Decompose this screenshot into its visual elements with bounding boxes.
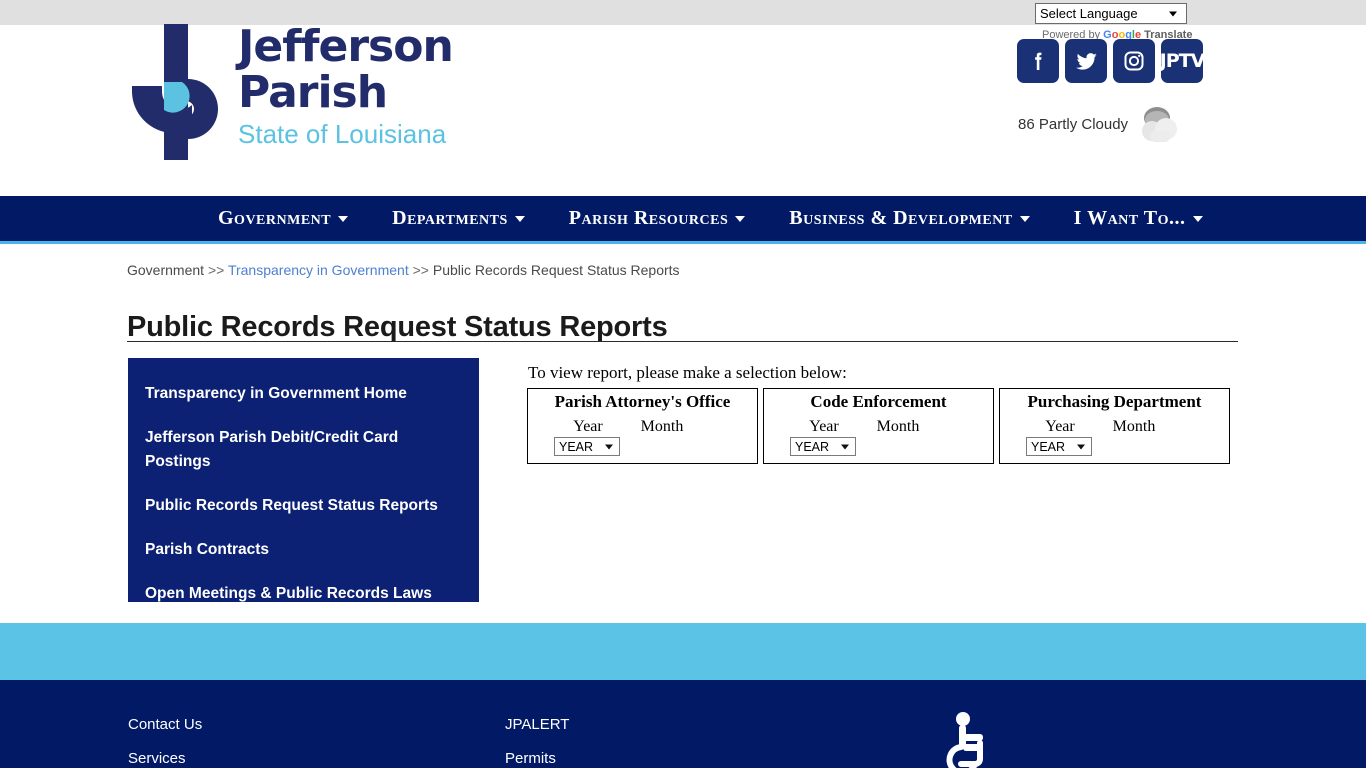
report-box-title: Purchasing Department [1027, 392, 1202, 411]
report-box-selects: YEAR [1000, 437, 1229, 456]
breadcrumb-item-current: Public Records Request Status Reports [432, 262, 680, 278]
chevron-down-icon [1192, 215, 1203, 222]
logo-wordmark: Jefferson Parish State of Louisiana [238, 21, 454, 150]
breadcrumb-separator: >> [412, 262, 429, 278]
year-select-value: YEAR [559, 439, 594, 454]
sidebar-item-open-meetings-public-records-laws[interactable]: Open Meetings & Public Records Laws [128, 572, 479, 616]
nav-item-government-label: Government [218, 207, 332, 229]
wheelchair-accessibility-icon[interactable] [938, 710, 996, 768]
nav-item-i-want-to[interactable]: I Want To... [1052, 207, 1225, 230]
report-box-labels: Year Month [1000, 418, 1229, 436]
year-select-purchasing-department[interactable]: YEAR [1026, 437, 1092, 456]
facebook-icon[interactable] [1017, 39, 1059, 83]
nav-item-departments[interactable]: Departments [370, 207, 547, 230]
site-logo[interactable]: Jefferson Parish State of Louisiana [128, 18, 528, 168]
language-select[interactable]: Select Language [1035, 3, 1187, 24]
sidebar-item-parish-contracts[interactable]: Parish Contracts [128, 528, 479, 572]
footer-column-1: Contact Us Services [128, 716, 202, 784]
sidebar-item-debit-credit-card-postings[interactable]: Jefferson Parish Debit/Credit Card Posti… [128, 416, 479, 484]
selection-instructions: To view report, please make a selection … [528, 363, 847, 382]
year-label: Year [1045, 418, 1075, 435]
footer-link-services[interactable]: Services [128, 750, 202, 767]
year-label: Year [573, 418, 603, 435]
report-box-title: Code Enforcement [810, 392, 947, 411]
nav-item-departments-label: Departments [392, 207, 508, 229]
nav-item-business-development[interactable]: Business & Development [767, 207, 1051, 230]
year-label: Year [809, 418, 839, 435]
google-translate-widget: Select Language [1035, 3, 1195, 24]
twitter-icon[interactable] [1065, 39, 1107, 83]
breadcrumb-item-transparency[interactable]: Transparency in Government [228, 262, 409, 278]
chevron-down-icon [605, 444, 613, 449]
logo-line-1: Jefferson [238, 21, 454, 72]
report-box-labels: Year Month [764, 418, 993, 436]
jptv-icon[interactable]: JPTV [1159, 39, 1206, 83]
footer-link-contact-us[interactable]: Contact Us [128, 716, 202, 733]
weather-text: 86 Partly Cloudy [1018, 115, 1129, 133]
month-label: Month [1112, 418, 1156, 435]
year-select-code-enforcement[interactable]: YEAR [790, 437, 856, 456]
footer-link-jpalert[interactable]: JPALERT [505, 716, 569, 733]
nav-item-parish-resources[interactable]: Parish Resources [547, 207, 767, 230]
chevron-down-icon [735, 215, 746, 222]
social-links: JPTV [1017, 39, 1206, 83]
partly-cloudy-icon [1142, 107, 1178, 142]
chevron-down-icon [338, 215, 349, 222]
site-footer: Contact Us Services JPALERT Permits [0, 680, 1366, 768]
jp-monogram-icon [132, 24, 218, 160]
month-label: Month [640, 418, 684, 435]
chevron-down-icon [841, 444, 849, 449]
breadcrumb: Government >> Transparency in Government… [127, 262, 680, 278]
year-select-parish-attorneys-office[interactable]: YEAR [554, 437, 620, 456]
nav-item-i-want-to-label: I Want To... [1073, 207, 1186, 229]
page-title: Public Records Request Status Reports [127, 311, 668, 344]
report-box-selects: YEAR [528, 437, 757, 456]
jptv-label: JPTV [1159, 50, 1206, 72]
footer-accent-band [0, 623, 1366, 680]
nav-item-business-development-label: Business & Development [789, 207, 1013, 229]
year-select-value: YEAR [795, 439, 830, 454]
logo-line-2: Parish [238, 67, 388, 118]
report-box-code-enforcement: Code Enforcement Year Month YEAR [763, 388, 994, 464]
report-box-parish-attorneys-office: Parish Attorney's Office Year Month YEAR [527, 388, 758, 464]
language-select-value: Select Language [1040, 6, 1138, 21]
year-select-value: YEAR [1031, 439, 1066, 454]
report-box-labels: Year Month [528, 418, 757, 436]
sidebar-item-public-records-request-status-reports[interactable]: Public Records Request Status Reports [128, 484, 479, 528]
footer-link-permits[interactable]: Permits [505, 750, 569, 767]
report-box-selects: YEAR [764, 437, 993, 456]
chevron-down-icon [514, 215, 525, 222]
weather-widget: 86 Partly Cloudy [1018, 104, 1186, 144]
chevron-down-icon [1169, 11, 1177, 16]
breadcrumb-item-government[interactable]: Government [127, 262, 204, 278]
nav-item-parish-resources-label: Parish Resources [568, 207, 729, 229]
title-divider [127, 341, 1238, 342]
report-selection-row: Parish Attorney's Office Year Month YEAR… [527, 388, 1230, 464]
logo-line-3: State of Louisiana [238, 119, 447, 149]
section-sidebar: Transparency in Government Home Jefferso… [128, 358, 479, 602]
main-navigation: Government Departments Parish Resources … [0, 196, 1366, 244]
chevron-down-icon [1019, 215, 1030, 222]
month-label: Month [876, 418, 920, 435]
sidebar-item-transparency-home[interactable]: Transparency in Government Home [128, 372, 479, 416]
chevron-down-icon [1077, 444, 1085, 449]
breadcrumb-separator: >> [207, 262, 225, 278]
report-box-purchasing-department: Purchasing Department Year Month YEAR [999, 388, 1230, 464]
report-box-title: Parish Attorney's Office [554, 392, 731, 411]
footer-column-2: JPALERT Permits [505, 716, 569, 784]
nav-item-government[interactable]: Government [196, 207, 370, 230]
instagram-icon[interactable] [1113, 39, 1155, 83]
